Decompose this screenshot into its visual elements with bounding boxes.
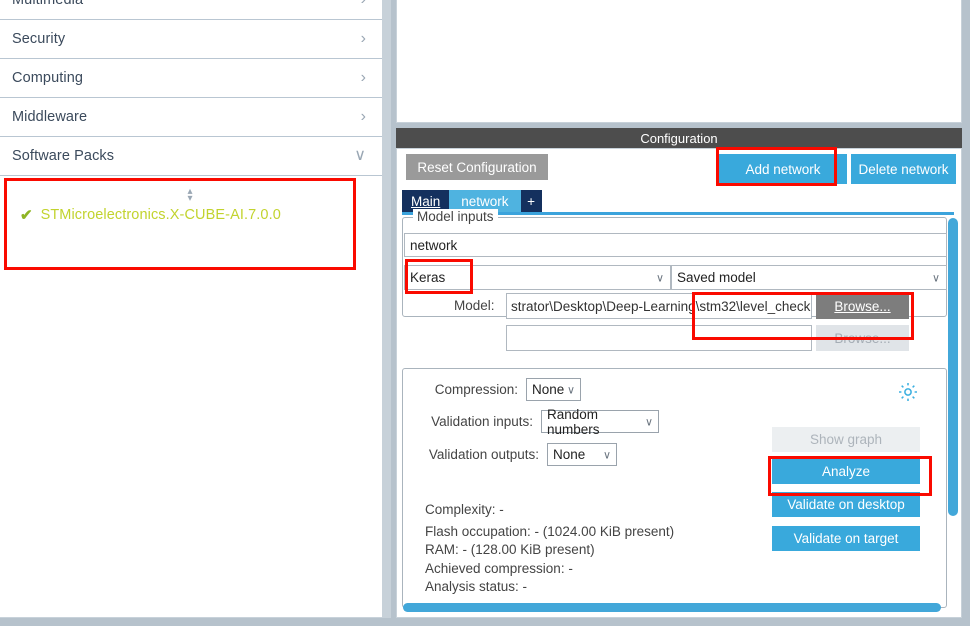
model-inputs-legend: Model inputs <box>413 209 498 224</box>
sidebar-item-label: Security <box>12 31 66 47</box>
chevron-right-icon: › <box>361 0 366 8</box>
validation-outputs-label: Validation outputs: <box>428 447 539 462</box>
sidebar-item-label: Multimedia <box>12 0 84 8</box>
show-graph-button: Show graph <box>772 427 920 452</box>
sidebar-item-software-packs[interactable]: Software Packs ∨ <box>0 137 382 176</box>
validate-on-desktop-button[interactable]: Validate on desktop <box>772 492 920 517</box>
compression-value: None <box>532 382 565 397</box>
ram-text: RAM: - (128.00 KiB present) <box>425 542 595 557</box>
chevron-down-icon: ∨ <box>655 272 664 284</box>
browse-model-button[interactable]: Browse... <box>816 293 909 319</box>
browse-weights-button: Browse... <box>816 325 909 351</box>
network-name-input[interactable]: network <box>404 233 947 257</box>
weights-file-row: Browse... <box>403 325 948 353</box>
sidebar-item-label: Computing <box>12 70 84 86</box>
configuration-body: Reset Configuration Add network Delete n… <box>396 148 962 618</box>
horizontal-scrollbar-thumb[interactable] <box>403 603 941 612</box>
configuration-toolbar: Reset Configuration Add network Delete n… <box>396 148 962 188</box>
validation-inputs-select[interactable]: Random numbers ∨ <box>541 407 659 437</box>
chevron-down-icon: ∨ <box>566 384 575 396</box>
sidebar-item-computing[interactable]: Computing › <box>0 59 382 98</box>
sidebar-item-label: Middleware <box>12 109 88 125</box>
framework-select-value: Keras <box>410 270 446 285</box>
analysis-settings-group: Compression: None ∨ Validation inputs: R… <box>402 368 947 608</box>
chevron-right-icon: › <box>360 108 366 125</box>
chevron-down-icon: ∨ <box>644 416 653 428</box>
analyze-button[interactable]: Analyze <box>772 459 920 484</box>
flash-occupation-text: Flash occupation: - (1024.00 KiB present… <box>425 523 675 539</box>
sidebar-item-security[interactable]: Security › <box>0 20 382 59</box>
tab-add-button[interactable]: + <box>520 190 542 212</box>
vertical-scrollbar-thumb[interactable] <box>948 218 958 516</box>
validation-outputs-row: Validation outputs: None ∨ <box>423 443 617 466</box>
gear-icon[interactable] <box>897 381 919 403</box>
validation-outputs-value: None <box>553 447 586 462</box>
chevron-right-icon: › <box>360 69 366 86</box>
configuration-title-label: Configuration <box>640 130 718 146</box>
validation-inputs-value: Random numbers <box>547 406 600 437</box>
model-file-row: Model: strator\Desktop\Deep-Learning\stm… <box>403 293 948 321</box>
sidebar-scrollbar[interactable] <box>382 0 391 618</box>
chevron-down-icon: ∨ <box>931 272 940 284</box>
validation-inputs-label: Validation inputs: <box>431 414 533 429</box>
delete-network-button[interactable]: Delete network <box>851 154 956 184</box>
model-path-input[interactable]: strator\Desktop\Deep-Learning\stm32\leve… <box>506 293 812 319</box>
software-pack-label: STMicroelectronics.X-CUBE-AI.7.0.0 <box>40 207 281 223</box>
configuration-header: Configuration <box>396 128 962 148</box>
graph-preview-area <box>396 0 962 123</box>
component-category-sidebar: Connectivity › Multimedia › Security › C… <box>0 0 382 618</box>
software-packs-panel: ▴ ▾ ✔ STMicroelectronics.X-CUBE-AI.7.0.0 <box>0 176 382 248</box>
compression-label: Compression: <box>434 382 518 397</box>
add-network-button[interactable]: Add network <box>719 154 847 184</box>
check-icon: ✔ <box>20 207 33 224</box>
validate-on-target-button[interactable]: Validate on target <box>772 526 920 551</box>
weights-path-input[interactable] <box>506 325 812 351</box>
chevron-right-icon: › <box>360 30 366 47</box>
analysis-status-block: Complexity: - Flash occupation: - (1024.… <box>425 501 674 597</box>
right-panel: Configuration Reset Configuration Add ne… <box>396 0 962 626</box>
model-field-label: Model: <box>454 298 495 313</box>
compression-row: Compression: None ∨ <box>423 378 581 401</box>
compression-select[interactable]: None ∨ <box>526 378 581 401</box>
sort-down-icon: ▾ <box>187 193 193 204</box>
model-inputs-group: Model inputs network Keras ∨ Saved model… <box>402 209 947 351</box>
app-window: Connectivity › Multimedia › Security › C… <box>0 0 970 626</box>
sidebar-item-label: Software Packs <box>12 148 115 164</box>
framework-select[interactable]: Keras ∨ <box>404 265 671 290</box>
chevron-down-icon: ∨ <box>602 449 611 461</box>
sidebar-item-middleware[interactable]: Middleware › <box>0 98 382 137</box>
complexity-text: Complexity: - <box>425 502 504 517</box>
browse-label: Browse... <box>834 298 891 314</box>
chevron-down-icon: ∨ <box>354 147 366 164</box>
achieved-compression-text: Achieved compression: - <box>425 560 573 576</box>
reset-configuration-button[interactable]: Reset Configuration <box>406 154 548 180</box>
validation-inputs-row: Validation inputs: Random numbers ∨ <box>423 407 659 437</box>
analysis-status-text: Analysis status: - <box>425 579 528 594</box>
list-item[interactable]: ✔ STMicroelectronics.X-CUBE-AI.7.0.0 <box>20 206 281 224</box>
model-type-select-value: Saved model <box>677 270 756 285</box>
validation-outputs-select[interactable]: None ∨ <box>547 443 617 466</box>
sidebar-item-multimedia[interactable]: Multimedia › <box>0 0 382 20</box>
model-type-select[interactable]: Saved model ∨ <box>671 265 947 290</box>
sort-toggle-icon[interactable]: ▴ ▾ <box>183 187 197 204</box>
